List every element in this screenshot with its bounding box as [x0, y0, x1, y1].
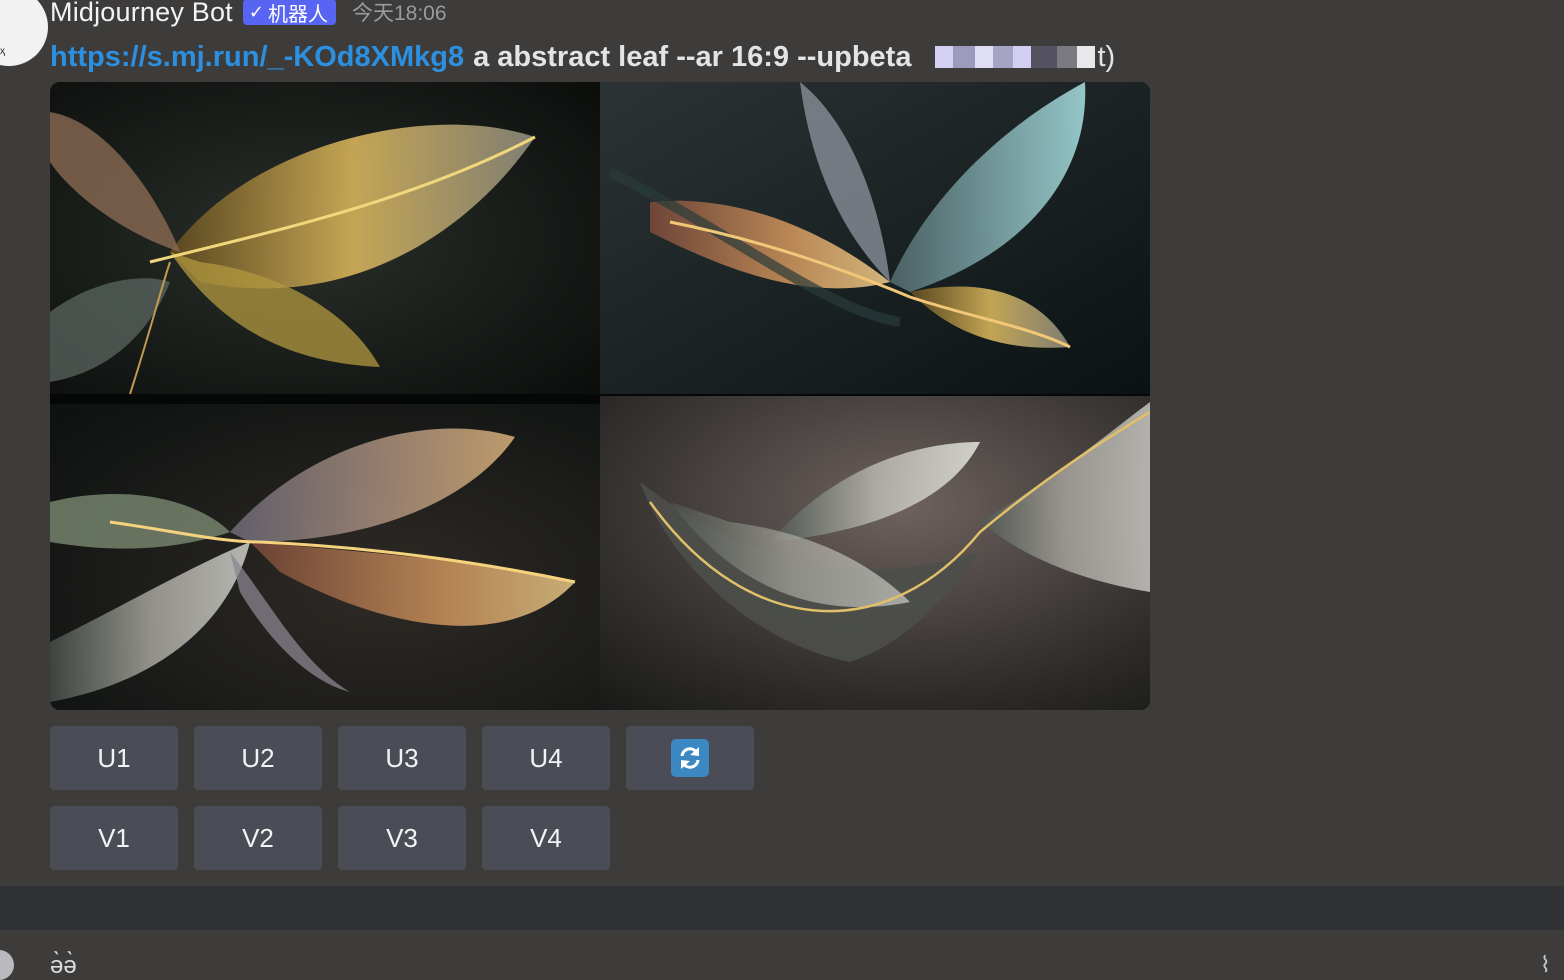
variation-button-3[interactable]: V3	[338, 806, 466, 870]
message-divider	[0, 886, 1564, 930]
next-message-text: ə̀ə̀	[50, 952, 77, 979]
attachment-icon[interactable]: ⌇	[1540, 952, 1551, 978]
timestamp: 今天18:06	[351, 2, 447, 25]
refresh-icon	[671, 739, 709, 777]
upscale-button-1[interactable]: U1	[50, 726, 178, 790]
message-content: https://s.mj.run/_-KOd8XMkg8 a abstract …	[50, 36, 1115, 78]
prompt-text: a abstract leaf --ar 16:9 --upbeta	[473, 40, 912, 73]
variation-button-1[interactable]: V1	[50, 806, 178, 870]
avatar-glyph: ҳ	[0, 46, 5, 57]
message-header: Midjourney Bot ✓ 机器人 今天18:06	[50, 0, 447, 32]
upscale-button-4[interactable]: U4	[482, 726, 610, 790]
next-message-area	[0, 930, 1564, 974]
bot-tag-label: 机器人	[267, 3, 328, 26]
username[interactable]: Midjourney Bot	[50, 0, 233, 28]
prompt-link[interactable]: https://s.mj.run/_-KOd8XMkg8	[50, 41, 464, 74]
image-grid[interactable]	[50, 82, 1150, 710]
bot-tag: ✓ 机器人	[242, 0, 336, 26]
verified-check-icon: ✓	[248, 1, 264, 22]
image-grid-artwork	[50, 82, 1150, 710]
redacted-mosaic	[915, 40, 1096, 74]
variation-button-4[interactable]: V4	[482, 806, 610, 870]
upscale-button-3[interactable]: U3	[338, 726, 466, 790]
reroll-button[interactable]	[626, 726, 754, 790]
variation-button-2[interactable]: V2	[194, 806, 322, 870]
bot-avatar[interactable]	[0, 0, 48, 66]
upscale-button-2[interactable]: U2	[194, 726, 322, 790]
prompt-suffix: t)	[1097, 40, 1116, 73]
